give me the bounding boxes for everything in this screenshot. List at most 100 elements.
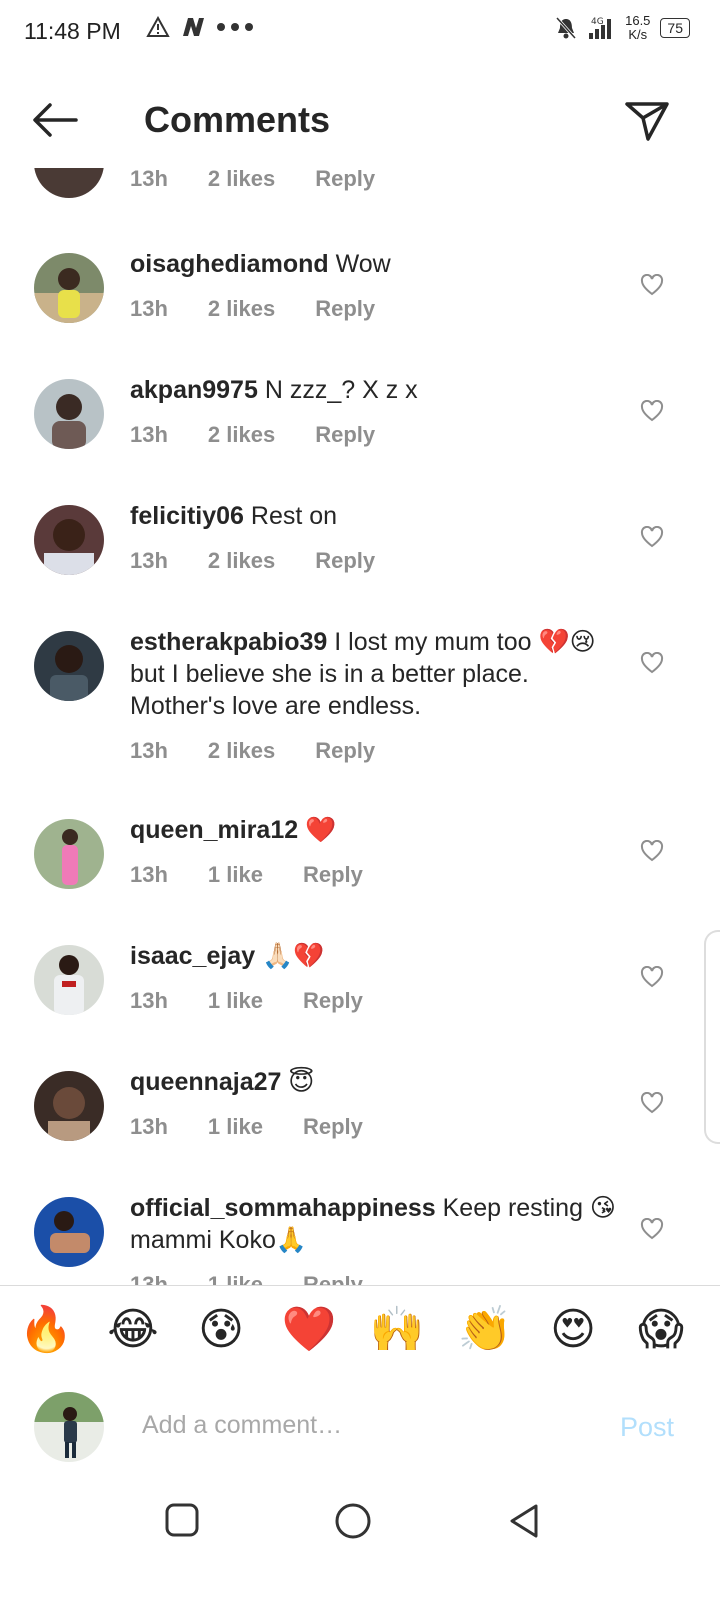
like-count[interactable]: 2 likes	[208, 422, 275, 448]
like-count[interactable]: 2 likes	[208, 296, 275, 322]
comment-meta: 13h 2 likes Reply	[130, 422, 415, 448]
comment-username[interactable]: official_sommahappiness	[130, 1194, 436, 1222]
like-count[interactable]: 1 like	[208, 1272, 263, 1285]
comment-time: 13h	[130, 422, 168, 447]
comment-item: estherakpabio39 I lost my mum too 💔😢 but…	[0, 626, 720, 796]
avatar[interactable]	[34, 1071, 104, 1141]
comment-meta: 13h 1 like Reply	[130, 1114, 403, 1140]
header: Comments	[0, 64, 720, 174]
comment-composer: Post	[0, 1378, 720, 1478]
comment-list[interactable]: 13h 2 likes Reply oisaghediamond Wow 13h…	[0, 168, 720, 1285]
avatar[interactable]	[34, 1197, 104, 1267]
comment-item: isaac_ejay 🙏🏻💔 13h 1 like Reply	[0, 940, 720, 1050]
raised-hands-emoji-button[interactable]: 🙌	[367, 1300, 427, 1360]
comment-username[interactable]: estherakpabio39	[130, 628, 327, 656]
avatar[interactable]	[34, 168, 104, 198]
post-button[interactable]: Post	[620, 1412, 674, 1443]
like-count[interactable]: 2 likes	[208, 548, 275, 574]
comment-body: Rest on	[250, 502, 338, 530]
heart-icon[interactable]	[640, 966, 664, 988]
comment-time: 13h	[130, 988, 168, 1013]
like-count[interactable]: 1 like	[208, 988, 263, 1014]
comment-text: isaac_ejay 🙏🏻💔	[130, 940, 620, 972]
comment-username[interactable]: oisaghediamond	[130, 250, 329, 278]
recent-apps-icon[interactable]	[164, 1502, 200, 1538]
back-arrow-icon[interactable]	[30, 100, 80, 140]
status-system-icons: 4G 16.5 K/s 75	[555, 14, 690, 42]
heart-icon[interactable]	[640, 1092, 664, 1114]
comment-item: queennaja27 😇 13h 1 like Reply	[0, 1066, 720, 1176]
reply-button[interactable]: Reply	[303, 1272, 363, 1285]
comment-text: queennaja27 😇	[130, 1066, 620, 1098]
comment-text: estherakpabio39 I lost my mum too 💔😢 but…	[130, 626, 620, 722]
reply-button[interactable]: Reply	[303, 1114, 363, 1140]
like-count[interactable]: 2 likes	[208, 168, 275, 192]
fire-emoji-button[interactable]: 🔥	[16, 1300, 76, 1360]
battery-indicator: 75	[660, 18, 690, 38]
warning-icon	[146, 16, 170, 37]
network-speed: 16.5 K/s	[625, 13, 651, 42]
like-count[interactable]: 1 like	[208, 862, 263, 888]
reply-button[interactable]: Reply	[315, 168, 375, 192]
current-user-avatar	[34, 1392, 104, 1462]
reply-button[interactable]: Reply	[315, 422, 375, 448]
heart-eyes-emoji-button[interactable]: 😍	[543, 1300, 603, 1360]
like-count[interactable]: 2 likes	[208, 738, 275, 764]
comment-item: oisaghediamond Wow 13h 2 likes Reply	[0, 248, 720, 358]
comment-item: official_sommahappiness Keep resting 😘 m…	[0, 1192, 720, 1285]
heart-icon[interactable]	[640, 274, 664, 296]
avatar[interactable]	[34, 945, 104, 1015]
avatar[interactable]	[34, 253, 104, 323]
comment-meta: 13h 1 like Reply	[130, 1272, 403, 1285]
comment-body: Wow	[335, 250, 391, 278]
comment-text: official_sommahappiness Keep resting 😘 m…	[130, 1192, 620, 1256]
comment-meta: 13h 2 likes Reply	[130, 738, 415, 764]
comment-username[interactable]: isaac_ejay	[130, 942, 255, 970]
back-triangle-icon[interactable]	[506, 1502, 542, 1540]
mute-bell-icon	[555, 16, 577, 40]
comment-time: 13h	[130, 738, 168, 763]
avatar[interactable]	[34, 505, 104, 575]
more-dots-icon	[217, 23, 253, 31]
app-n-icon	[183, 18, 204, 36]
comment-time: 13h	[130, 168, 168, 191]
heart-emoji-button[interactable]: ❤️	[279, 1300, 339, 1360]
heart-icon[interactable]	[640, 1218, 664, 1240]
comment-text: queen_mira12 ❤️	[130, 814, 620, 846]
avatar[interactable]	[34, 379, 104, 449]
heart-icon[interactable]	[640, 400, 664, 422]
comment-input[interactable]	[140, 1400, 584, 1450]
comment-username[interactable]: felicitiy06	[130, 502, 244, 530]
clapping-emoji-button[interactable]: 👏	[455, 1300, 515, 1360]
comment-meta: 13h 2 likes Reply	[130, 168, 415, 192]
reply-button[interactable]: Reply	[315, 296, 375, 322]
screaming-emoji-button[interactable]: 😱	[631, 1300, 691, 1360]
reply-button[interactable]: Reply	[303, 988, 363, 1014]
avatar[interactable]	[34, 819, 104, 889]
comment-item: felicitiy06 Rest on 13h 2 likes Reply	[0, 500, 720, 610]
reply-button[interactable]: Reply	[315, 738, 375, 764]
comment-text: felicitiy06 Rest on	[130, 500, 620, 532]
comment-username[interactable]: queennaja27	[130, 1068, 281, 1096]
system-navigation-bar	[0, 1480, 720, 1600]
heart-icon[interactable]	[640, 652, 664, 674]
home-icon[interactable]	[334, 1502, 372, 1540]
comment-meta: 13h 2 likes Reply	[130, 296, 415, 322]
avatar[interactable]	[34, 631, 104, 701]
reply-button[interactable]: Reply	[315, 548, 375, 574]
laughing-emoji-button[interactable]: 😂	[103, 1300, 163, 1360]
send-icon[interactable]	[624, 100, 670, 142]
comment-body: 😇	[288, 1068, 315, 1096]
comment-time: 13h	[130, 1114, 168, 1139]
comment-item: queen_mira12 ❤️ 13h 1 like Reply	[0, 814, 720, 924]
scroll-handle[interactable]	[704, 930, 720, 1144]
reply-button[interactable]: Reply	[303, 862, 363, 888]
heart-icon[interactable]	[640, 526, 664, 548]
comment-body: ❤️	[305, 816, 337, 844]
like-count[interactable]: 1 like	[208, 1114, 263, 1140]
comment-username[interactable]: queen_mira12	[130, 816, 298, 844]
comment-partial-top: 13h 2 likes Reply	[0, 168, 720, 208]
anxious-emoji-button[interactable]: 😰	[191, 1300, 251, 1360]
heart-icon[interactable]	[640, 840, 664, 862]
comment-username[interactable]: akpan9975	[130, 376, 258, 404]
